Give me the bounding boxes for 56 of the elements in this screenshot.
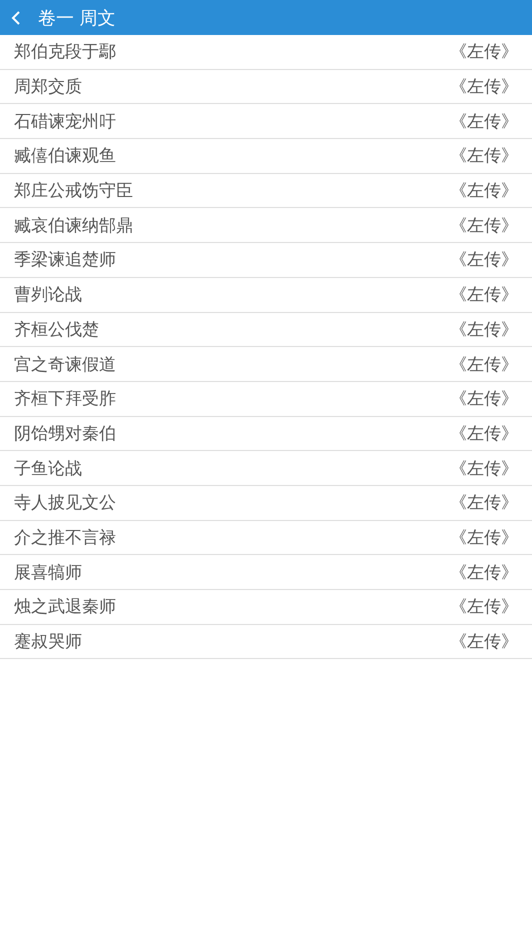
chapter-list-item[interactable]: 齐桓公伐楚 《左传》 bbox=[0, 312, 532, 348]
chapter-source: 《左传》 bbox=[450, 596, 518, 618]
back-button[interactable] bbox=[10, 10, 22, 26]
chapter-title: 蹇叔哭师 bbox=[14, 631, 82, 654]
chapter-list-item[interactable]: 郑伯克段于鄢 《左传》 bbox=[0, 35, 532, 70]
chapter-source: 《左传》 bbox=[450, 76, 518, 98]
chapter-list-item[interactable]: 臧僖伯谏观鱼 《左传》 bbox=[0, 139, 532, 174]
chapter-source: 《左传》 bbox=[450, 388, 518, 410]
chapter-title: 齐桓下拜受胙 bbox=[14, 388, 116, 410]
chapter-list-item[interactable]: 子鱼论战 《左传》 bbox=[0, 451, 532, 486]
screen-title: 卷一 周文 bbox=[38, 6, 116, 30]
chapter-title: 烛之武退秦师 bbox=[14, 596, 116, 618]
chapter-list-item[interactable]: 蹇叔哭师 《左传》 bbox=[0, 624, 532, 660]
chapter-title: 齐桓公伐楚 bbox=[14, 318, 99, 341]
chapter-title: 郑伯克段于鄢 bbox=[14, 41, 116, 64]
chapter-list-item[interactable]: 郑庄公戒饬守臣 《左传》 bbox=[0, 174, 532, 208]
chapter-source: 《左传》 bbox=[450, 249, 518, 272]
chapter-source: 《左传》 bbox=[450, 458, 518, 480]
chapter-list-item[interactable]: 臧哀伯谏纳郜鼎 《左传》 bbox=[0, 208, 532, 244]
chapter-source: 《左传》 bbox=[450, 631, 518, 654]
chapter-list-item[interactable]: 石碏谏宠州吁 《左传》 bbox=[0, 104, 532, 140]
chapter-source: 《左传》 bbox=[450, 562, 518, 584]
chapter-list-item[interactable]: 烛之武退秦师 《左传》 bbox=[0, 590, 532, 625]
chapter-title: 石碏谏宠州吁 bbox=[14, 110, 116, 133]
chapter-source: 《左传》 bbox=[450, 284, 518, 306]
chapter-list-item[interactable]: 曹刿论战 《左传》 bbox=[0, 278, 532, 312]
chapter-title: 曹刿论战 bbox=[14, 284, 82, 306]
chapter-source: 《左传》 bbox=[450, 41, 518, 64]
chapter-list-item[interactable]: 季梁谏追楚师 《左传》 bbox=[0, 243, 532, 278]
chapter-list-item[interactable]: 寺人披见文公 《左传》 bbox=[0, 486, 532, 521]
chapter-source: 《左传》 bbox=[450, 214, 518, 237]
chapter-list-item[interactable]: 齐桓下拜受胙 《左传》 bbox=[0, 382, 532, 417]
chapter-source: 《左传》 bbox=[450, 354, 518, 376]
chapter-title: 臧僖伯谏观鱼 bbox=[14, 145, 116, 168]
chapter-list-item[interactable]: 周郑交质 《左传》 bbox=[0, 70, 532, 104]
chapter-source: 《左传》 bbox=[450, 422, 518, 445]
chapter-source: 《左传》 bbox=[450, 492, 518, 514]
chapter-source: 《左传》 bbox=[450, 318, 518, 341]
chapter-title: 子鱼论战 bbox=[14, 458, 82, 480]
chapter-source: 《左传》 bbox=[450, 180, 518, 202]
chapter-source: 《左传》 bbox=[450, 145, 518, 168]
chapter-title: 季梁谏追楚师 bbox=[14, 249, 116, 272]
chapter-title: 宫之奇谏假道 bbox=[14, 354, 116, 376]
chapter-title: 阴饴甥对秦伯 bbox=[14, 422, 116, 445]
chapter-title: 臧哀伯谏纳郜鼎 bbox=[14, 214, 133, 237]
chapter-title: 郑庄公戒饬守臣 bbox=[14, 180, 133, 202]
chapter-list-item[interactable]: 宫之奇谏假道 《左传》 bbox=[0, 347, 532, 382]
chapter-source: 《左传》 bbox=[450, 110, 518, 133]
chapter-title: 展喜犒师 bbox=[14, 562, 82, 584]
chapter-list-item[interactable]: 介之推不言禄 《左传》 bbox=[0, 520, 532, 556]
chapter-title: 寺人披见文公 bbox=[14, 492, 116, 514]
chapter-title: 介之推不言禄 bbox=[14, 526, 116, 549]
chapter-source: 《左传》 bbox=[450, 526, 518, 549]
chapter-list-item[interactable]: 展喜犒师 《左传》 bbox=[0, 555, 532, 590]
chapter-title: 周郑交质 bbox=[14, 76, 82, 98]
chapter-list-item[interactable]: 阴饴甥对秦伯 《左传》 bbox=[0, 416, 532, 452]
